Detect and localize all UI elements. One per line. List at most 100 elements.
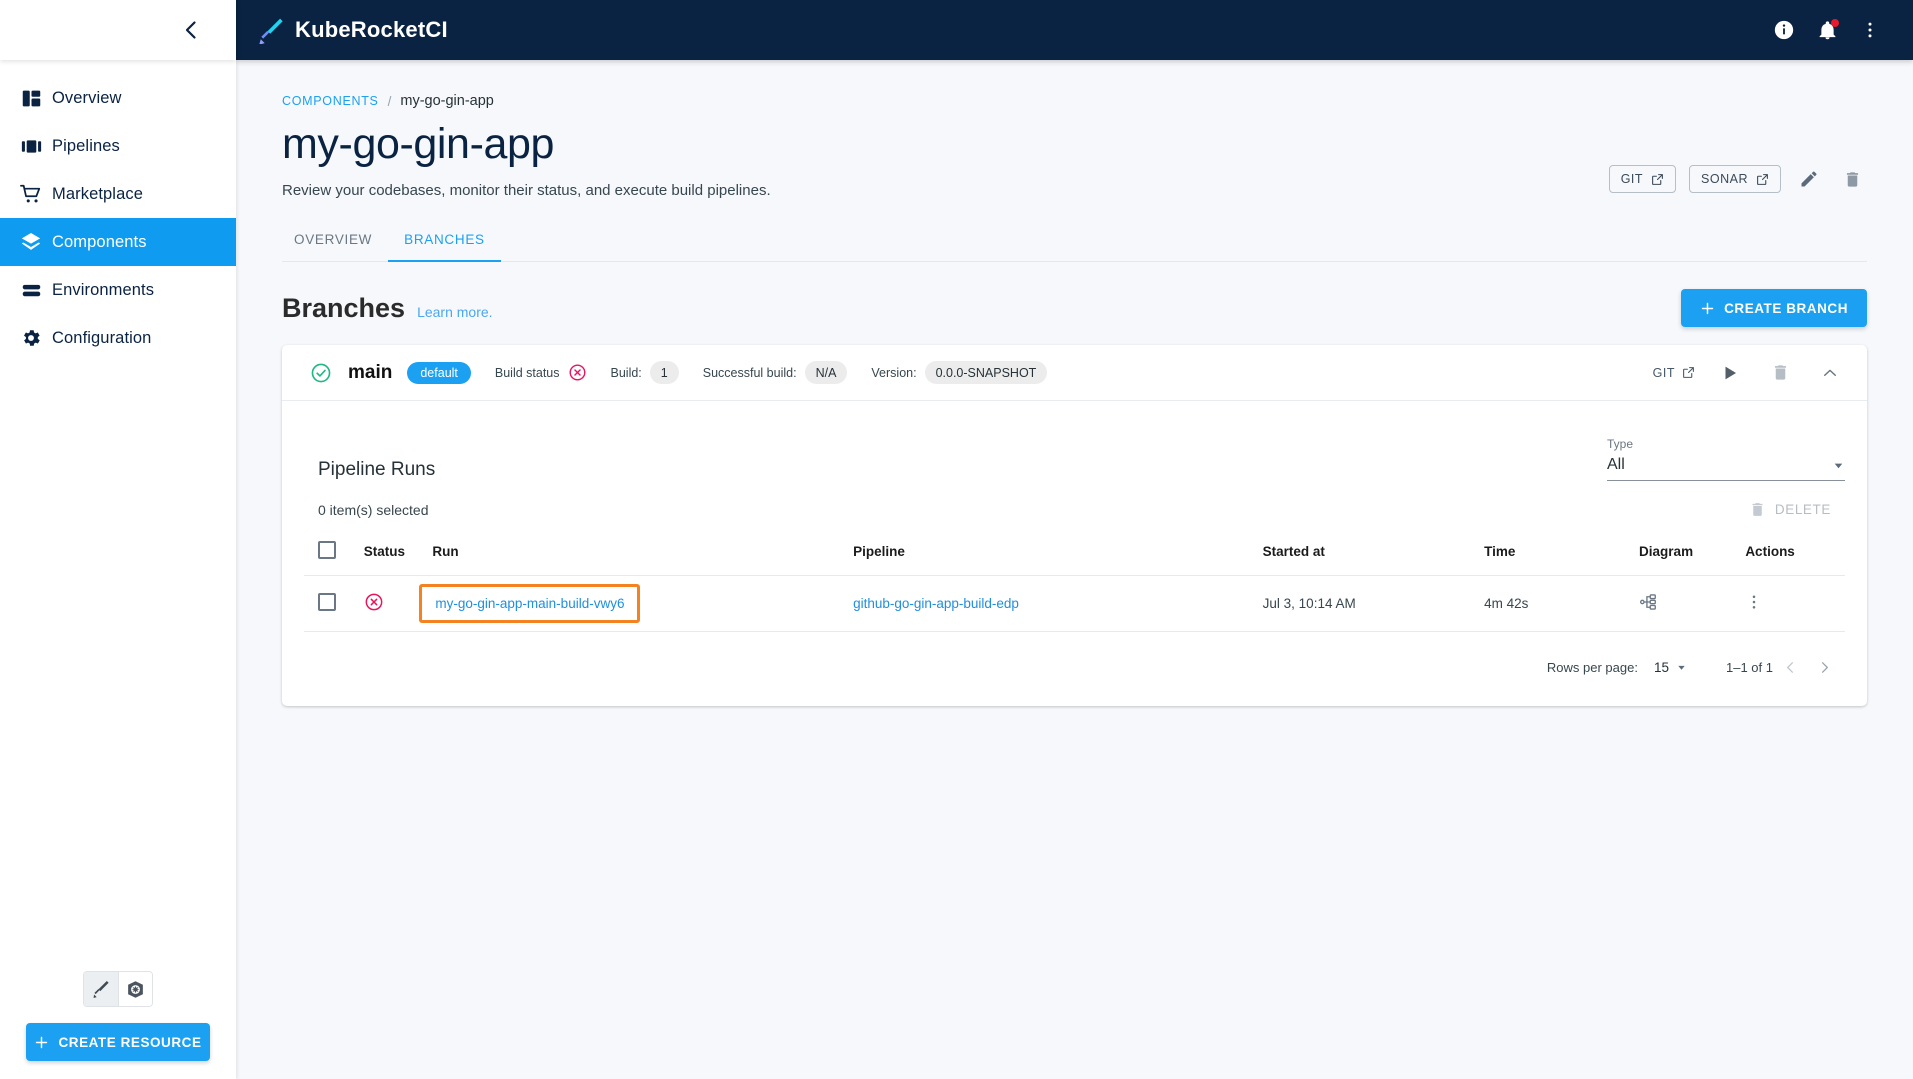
version-label: Version:	[871, 365, 917, 380]
delete-branch-button[interactable]	[1765, 358, 1795, 388]
sidebar-item-environments[interactable]: Environments	[0, 266, 236, 314]
chevron-down-icon	[1678, 665, 1685, 670]
sonar-link-button[interactable]: SONAR	[1689, 165, 1781, 193]
create-resource-button[interactable]: CREATE RESOURCE	[26, 1023, 210, 1061]
delete-selected-button[interactable]: DELETE	[1749, 501, 1843, 518]
pagination-prev-button[interactable]	[1773, 650, 1807, 684]
dashboard-icon	[10, 88, 52, 109]
cell-time: 4m 42s	[1484, 575, 1640, 632]
rows-per-page-select[interactable]: 15	[1654, 660, 1687, 675]
header-pipeline: Pipeline	[853, 529, 1263, 576]
branches-section-header: Branches Learn more. CREATE BRANCH	[282, 289, 1867, 327]
header-status: Status	[363, 529, 433, 576]
notification-badge	[1831, 18, 1839, 27]
pagination: Rows per page: 15 1–1 of 1	[304, 632, 1845, 688]
selected-count: 0 item(s) selected	[318, 501, 429, 518]
pagination-next-button[interactable]	[1807, 650, 1841, 684]
kebab-menu-icon[interactable]	[1860, 20, 1880, 40]
sidebar-item-configuration[interactable]: Configuration	[0, 314, 236, 362]
external-link-icon	[1757, 173, 1768, 185]
pencil-icon	[1801, 171, 1817, 187]
branches-title: Branches	[282, 292, 406, 323]
cart-icon	[10, 183, 52, 205]
run-branch-button[interactable]	[1715, 358, 1745, 388]
gear-icon	[10, 327, 52, 349]
header-started-at: Started at	[1262, 529, 1485, 576]
krci-view-icon[interactable]	[84, 972, 118, 1006]
error-circle-icon	[568, 363, 587, 382]
learn-more-link[interactable]: Learn more.	[417, 304, 492, 320]
trash-icon	[1752, 503, 1763, 516]
edit-component-button[interactable]	[1794, 164, 1824, 194]
breadcrumb-current: my-go-gin-app	[400, 93, 494, 109]
create-branch-button[interactable]: CREATE BRANCH	[1681, 289, 1867, 327]
sidebar-nav: Overview Pipelines Marketplace Component…	[0, 60, 236, 362]
select-all-checkbox[interactable]	[318, 541, 336, 559]
breadcrumb: COMPONENTS / my-go-gin-app	[282, 60, 1867, 109]
git-link-button[interactable]: GIT	[1608, 165, 1677, 193]
info-icon[interactable]	[1773, 19, 1795, 41]
brand[interactable]: KubeRocketCI	[257, 16, 448, 44]
cell-diagram	[1639, 575, 1746, 632]
build-value: 1	[649, 361, 679, 384]
cell-started-at: Jul 3, 10:14 AM	[1262, 575, 1485, 632]
create-resource-label: CREATE RESOURCE	[58, 1034, 202, 1050]
sidebar-collapse-button[interactable]	[177, 17, 203, 43]
page-content: COMPONENTS / my-go-gin-app my-go-gin-app…	[236, 60, 1913, 1079]
tabs-divider	[282, 261, 1867, 262]
sidebar-item-overview[interactable]: Overview	[0, 74, 236, 122]
collapse-branch-button[interactable]	[1815, 358, 1845, 388]
sidebar-item-label: Pipelines	[52, 136, 120, 155]
pagination-range: 1–1 of 1	[1726, 659, 1773, 675]
run-link-highlight: my-go-gin-app-main-build-vwy6	[419, 584, 641, 623]
selection-bar: 0 item(s) selected DELETE	[304, 501, 1845, 518]
kubernetes-view-icon[interactable]	[118, 972, 152, 1006]
successful-build-group: Successful build: N/A	[703, 361, 848, 384]
row-checkbox[interactable]	[318, 593, 336, 611]
build-status-group: Build status	[495, 363, 587, 382]
run-link[interactable]: my-go-gin-app-main-build-vwy6	[435, 596, 624, 611]
version-group: Version: 0.0.0-SNAPSHOT	[871, 361, 1048, 384]
sidebar-item-label: Configuration	[52, 328, 152, 347]
table-body: my-go-gin-app-main-build-vwy6 github-go-…	[304, 575, 1845, 632]
header-time: Time	[1484, 529, 1640, 576]
external-link-icon	[1683, 367, 1694, 378]
pipeline-link[interactable]: github-go-gin-app-build-edp	[853, 596, 1019, 611]
sidebar-item-marketplace[interactable]: Marketplace	[0, 170, 236, 218]
sidebar-item-label: Environments	[52, 280, 155, 299]
branch-summary-row[interactable]: main default Build status Build: 1 Succe…	[282, 345, 1867, 401]
topbar: KubeRocketCI	[236, 0, 1913, 60]
page-header-actions: GIT SONAR	[1608, 164, 1867, 194]
plus-icon	[36, 1036, 48, 1048]
successful-build-label: Successful build:	[702, 365, 797, 380]
branch-git-link[interactable]: GIT	[1653, 366, 1695, 380]
sonar-label: SONAR	[1701, 172, 1748, 186]
pipeline-runs-panel: Pipeline Runs Type All 0 item(s) selecte…	[282, 401, 1867, 706]
git-label: GIT	[1620, 172, 1644, 186]
sidebar-item-label: Components	[52, 232, 147, 251]
kebab-menu-icon[interactable]	[1745, 593, 1763, 611]
delete-component-button[interactable]	[1837, 164, 1867, 194]
tab-branches[interactable]: BRANCHES	[388, 232, 501, 262]
cell-actions	[1745, 575, 1845, 632]
branch-card: main default Build status Build: 1 Succe…	[282, 345, 1867, 706]
diagram-icon[interactable]	[1639, 592, 1659, 612]
type-filter[interactable]: Type All	[1607, 437, 1845, 481]
version-value: 0.0.0-SNAPSHOT	[924, 361, 1048, 384]
pipelines-icon	[10, 136, 52, 157]
sidebar: Overview Pipelines Marketplace Component…	[0, 0, 236, 1079]
chevron-down-icon	[1834, 463, 1843, 468]
page-title: my-go-gin-app	[282, 120, 555, 168]
breadcrumb-root[interactable]: COMPONENTS	[282, 94, 379, 108]
table-header-row: Status Run Pipeline Started at Time Diag…	[304, 529, 1845, 576]
plus-icon	[1701, 302, 1714, 314]
build-group: Build: 1	[611, 361, 679, 384]
cell-pipeline: github-go-gin-app-build-edp	[853, 575, 1263, 632]
pipeline-runs-header: Pipeline Runs Type All	[304, 425, 1845, 481]
sidebar-item-pipelines[interactable]: Pipelines	[0, 122, 236, 170]
sidebar-item-components[interactable]: Components	[0, 218, 236, 266]
bell-icon[interactable]	[1817, 18, 1839, 41]
tab-overview[interactable]: OVERVIEW	[282, 232, 388, 262]
type-filter-field[interactable]: All	[1607, 456, 1845, 481]
layers-icon	[10, 231, 52, 253]
